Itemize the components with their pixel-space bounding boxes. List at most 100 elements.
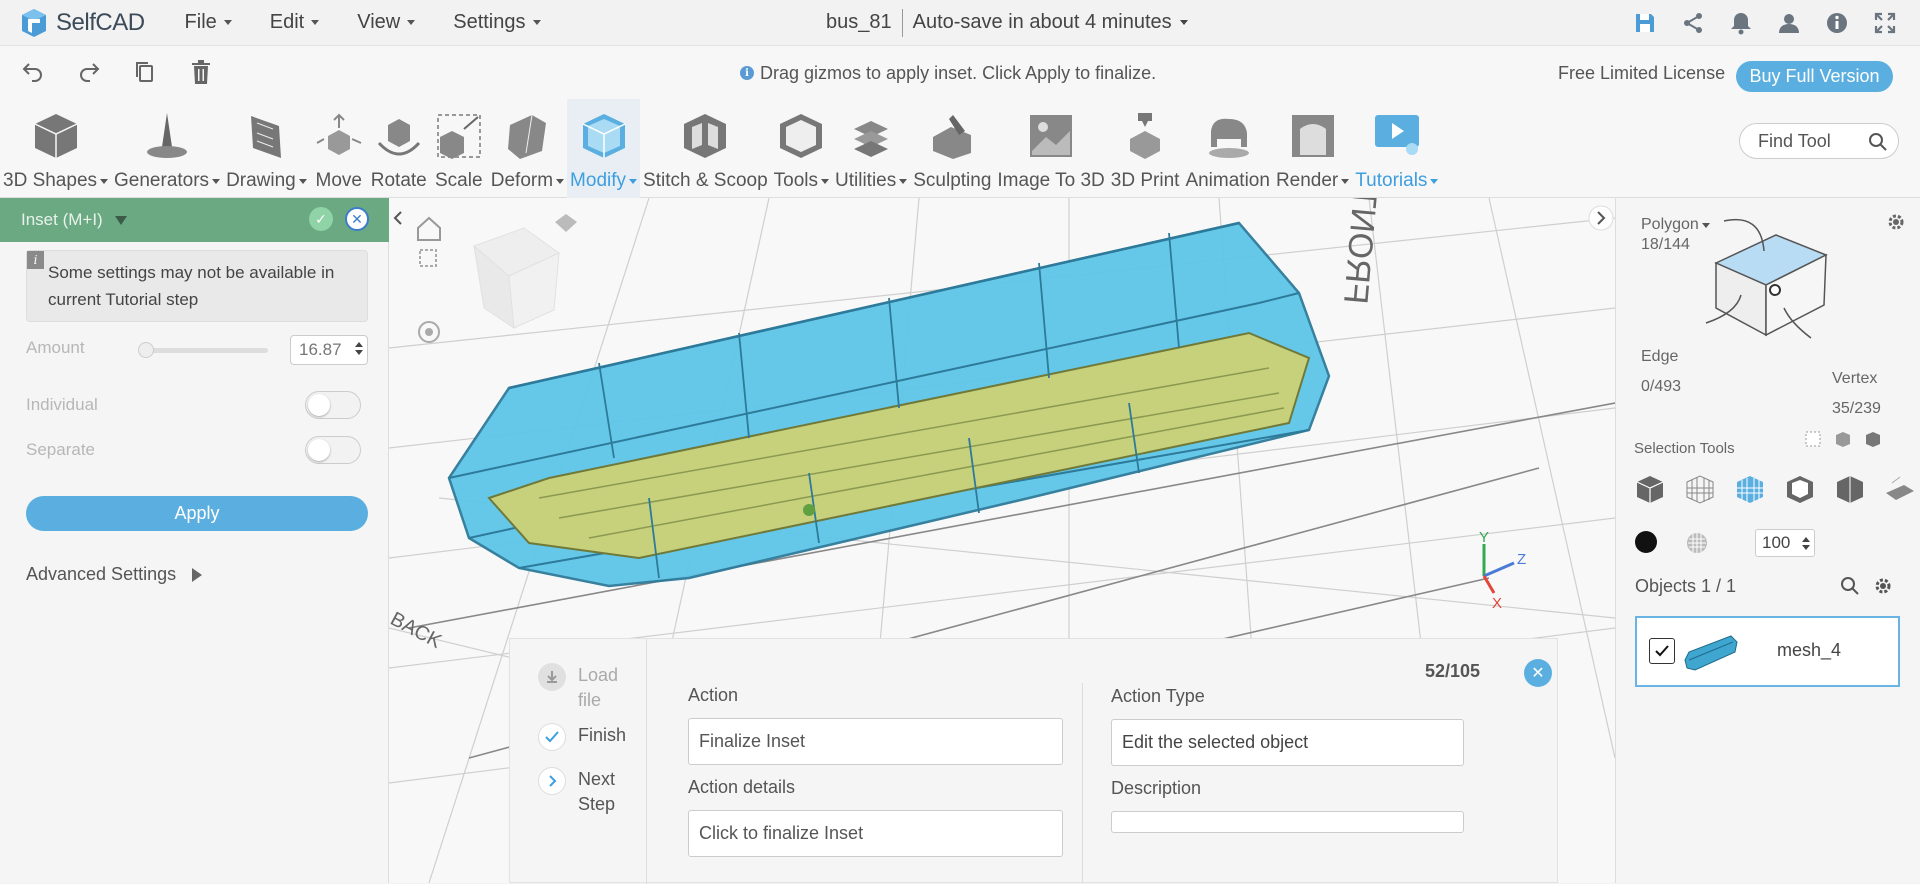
action-field[interactable]: Finalize Inset [688,718,1063,765]
advanced-settings-toggle[interactable]: Advanced Settings [26,564,203,585]
amount-stepper[interactable] [355,342,363,355]
zoom-fit-icon[interactable] [419,249,437,267]
mesh-object[interactable] [447,221,1331,588]
tool-utilities[interactable]: Utilities [832,99,910,198]
stepper-down-icon[interactable] [1802,545,1810,550]
stepper-up-icon[interactable] [355,342,363,347]
gear-icon[interactable] [1886,212,1906,232]
tool-3d-print[interactable]: 3D Print [1108,99,1183,198]
tool-stitch-scoop[interactable]: Stitch & Scoop [640,99,771,198]
tool-tools[interactable]: Tools [771,99,832,198]
bell-icon[interactable] [1728,10,1754,36]
apply-button[interactable]: Apply [26,496,368,531]
box-select-icon[interactable] [1782,471,1818,507]
home-icon[interactable] [417,216,441,241]
object-visibility-checkbox[interactable] [1649,638,1675,664]
project-name[interactable]: bus_81 [826,11,892,34]
move-icon [313,110,365,162]
stepper-down-icon[interactable] [355,350,363,355]
redo-icon[interactable] [76,58,102,86]
view-cube[interactable] [473,227,560,329]
collapse-left-icon[interactable] [393,211,402,225]
texture-icon[interactable] [1685,531,1709,555]
separate-toggle[interactable] [305,436,361,464]
tool-deform[interactable]: Deform [488,99,567,198]
step-load-file[interactable]: Load file [538,663,628,713]
tool-move[interactable]: Move [310,99,368,198]
orbit-icon[interactable] [418,321,440,343]
chevron-down-icon[interactable] [114,215,127,225]
tool-animation[interactable]: Animation [1182,99,1273,198]
action-details-field[interactable]: Click to finalize Inset [688,810,1063,857]
amount-slider-handle[interactable] [138,342,154,358]
logo[interactable]: SelfCAD [18,7,145,39]
description-field[interactable] [1111,811,1464,833]
info-icon[interactable] [1824,10,1850,36]
tool-tutorials[interactable]: Tutorials [1352,99,1441,198]
tool-image-to-3d[interactable]: Image To 3D [994,99,1107,198]
search-icon[interactable] [1868,132,1888,152]
action-type-field[interactable]: Edit the selected object [1111,719,1464,766]
tool-sculpting[interactable]: Sculpting [910,99,994,198]
find-tool-input[interactable]: Find Tool [1739,123,1899,159]
perspective-icon[interactable] [555,214,577,232]
amount-input[interactable]: 16.87 [290,335,368,365]
half-cube-select-icon[interactable] [1832,471,1868,507]
tool-generators[interactable]: Generators [111,99,223,198]
menu-view[interactable]: View [357,11,416,34]
autosave-status[interactable]: Auto-save in about 4 minutes [913,11,1172,34]
menu-file[interactable]: File [185,11,232,34]
menu-settings[interactable]: Settings [453,11,541,34]
chevron-right-icon [538,767,566,795]
grid-select-icon[interactable] [1732,471,1768,507]
edge-label[interactable]: Edge [1641,348,1678,366]
find-tool-placeholder: Find Tool [1758,130,1831,151]
step-next[interactable]: Next Step [538,767,628,817]
color-swatch[interactable] [1635,531,1657,553]
opacity-input[interactable]: 100 [1755,529,1815,557]
individual-toggle[interactable] [305,391,361,419]
tutorial-close-button[interactable]: ✕ [1524,659,1552,687]
tool-label-text: Modify [570,170,627,191]
solid-cube-select-icon[interactable] [1632,471,1668,507]
copy-icon[interactable] [132,58,158,86]
face-select-icon[interactable] [1804,430,1822,448]
tool-rotate[interactable]: Rotate [368,99,430,198]
step-finish[interactable]: Finish [538,723,626,751]
fullscreen-icon[interactable] [1872,10,1898,36]
share-icon[interactable] [1680,10,1706,36]
buy-full-version-button[interactable]: Buy Full Version [1736,61,1893,92]
separate-label: Separate [26,440,95,459]
stepper-up-icon[interactable] [1802,537,1810,542]
chevron-down-icon[interactable] [1179,20,1188,25]
mesh-select-icon[interactable] [1864,430,1882,448]
vertex-label[interactable]: Vertex [1832,370,1877,388]
confirm-button[interactable]: ✓ [309,207,333,231]
close-button[interactable]: ✕ [345,207,369,231]
search-icon[interactable] [1840,576,1860,596]
menu-edit[interactable]: Edit [270,11,320,34]
chevron-down-icon [311,20,320,25]
undo-icon[interactable] [20,58,46,86]
tool-3d-shapes[interactable]: 3D Shapes [0,99,111,198]
object-select-icon[interactable] [1834,430,1852,448]
tool-modify[interactable]: Modify [567,99,641,198]
tool-drawing[interactable]: Drawing [223,99,310,198]
tool-render[interactable]: Render [1273,99,1352,198]
plane-select-icon[interactable] [1882,471,1918,507]
object-name[interactable]: mesh_4 [1777,640,1841,661]
delete-icon[interactable] [188,58,214,86]
selection-cube-icon[interactable] [1696,213,1846,348]
tool-scale[interactable]: Scale [430,99,488,198]
gear-icon[interactable] [1873,576,1893,596]
collapse-right-icon[interactable] [1588,205,1614,231]
user-icon[interactable] [1776,10,1802,36]
save-icon[interactable] [1632,10,1658,36]
info-icon: i [740,66,754,80]
opacity-stepper[interactable] [1802,537,1810,550]
wireframe-select-icon[interactable] [1682,471,1718,507]
check-icon [1655,645,1669,657]
amount-slider[interactable] [140,348,268,353]
object-row[interactable]: mesh_4 [1635,616,1900,687]
chevron-down-icon [407,20,416,25]
